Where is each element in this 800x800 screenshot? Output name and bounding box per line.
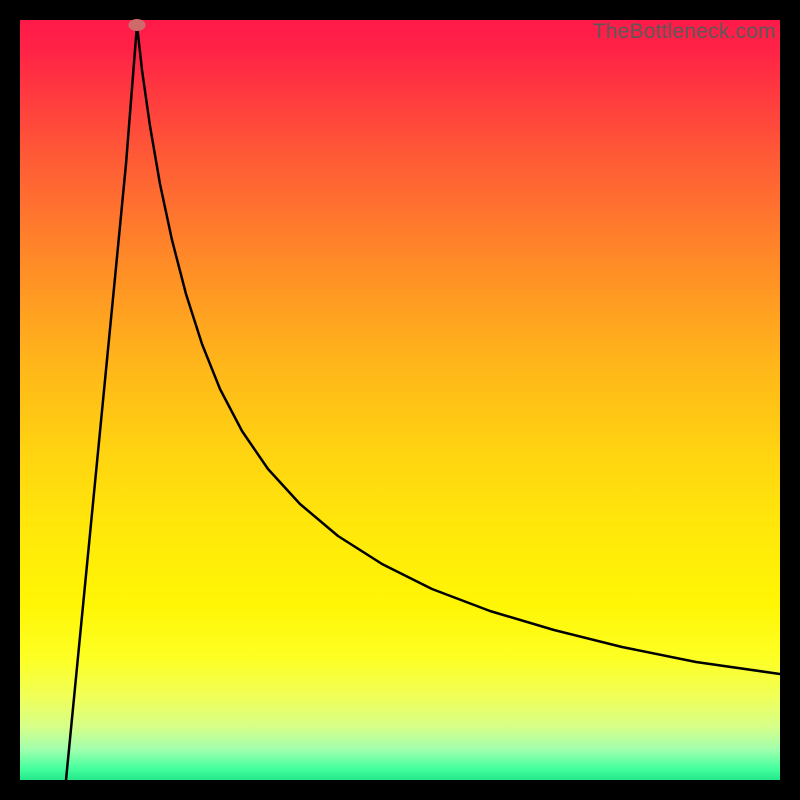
plot-area: TheBottleneck.com: [20, 20, 780, 780]
optimal-point-marker: [129, 19, 146, 31]
bottleneck-curve: [20, 20, 780, 780]
